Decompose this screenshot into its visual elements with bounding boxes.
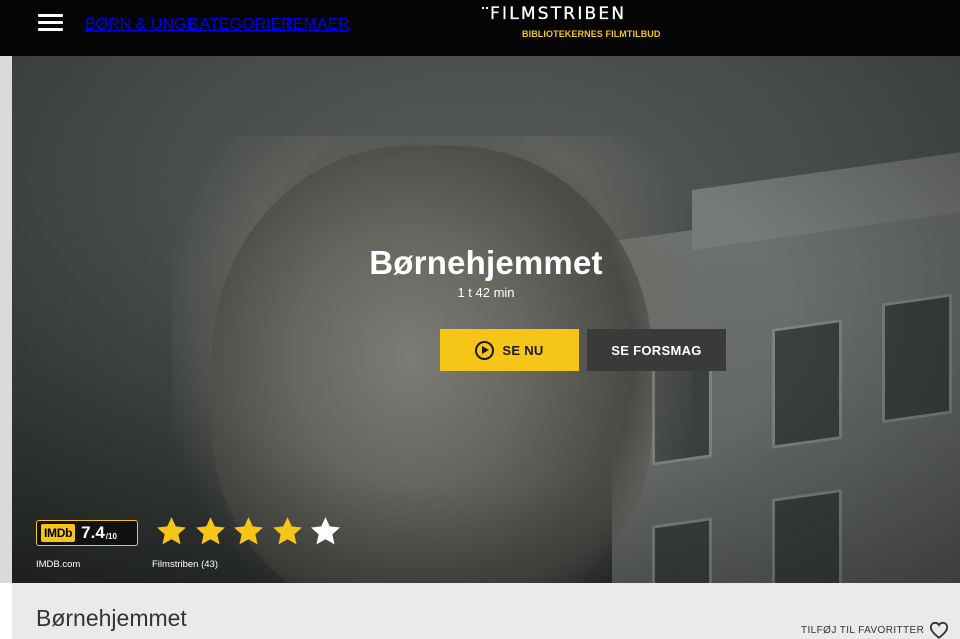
nav-item-kategorier[interactable]: KATEGORIER xyxy=(189,16,293,34)
star-filled-icon xyxy=(234,517,263,545)
imdb-logo: IMDb xyxy=(41,524,76,542)
hero-background-image xyxy=(12,56,960,583)
watch-now-button[interactable]: SE NU xyxy=(440,329,579,371)
star-filled-icon xyxy=(195,517,225,545)
page-left-edge xyxy=(0,56,12,583)
nav-item-temaer[interactable]: TEMAER xyxy=(283,16,350,34)
filmstriben-logo[interactable]: FILMSTRIBEN BIBLIOTEKERNES FILMTILBUD xyxy=(480,4,690,44)
imdb-source-label: IMDB.com xyxy=(36,559,81,570)
hamburger-menu-icon[interactable] xyxy=(38,13,64,33)
play-circle-icon xyxy=(475,340,495,360)
filmstriben-star-rating xyxy=(155,515,348,548)
watch-trailer-button[interactable]: SE FORSMAG xyxy=(587,329,726,371)
heart-outline-icon[interactable] xyxy=(929,621,949,639)
movie-info-title: Børnehjemmet xyxy=(36,605,187,631)
hero-banner: Børnehjemmet 1 t 42 min SE NU SE FORSMAG… xyxy=(12,56,960,583)
filmstriben-source-label: Filmstriben (43) xyxy=(152,559,218,570)
logo-text: FILMSTRIBEN xyxy=(490,4,627,24)
star-filled-icon xyxy=(157,517,186,545)
add-to-favorites-link[interactable]: TILFØJ TIL FAVORITTER xyxy=(801,625,924,636)
watch-now-label: SE NU xyxy=(502,342,544,358)
imdb-score-max: /10 xyxy=(105,531,117,541)
logo-mark-icon xyxy=(482,7,488,11)
movie-info-section: Børnehjemmet TILFØJ TIL FAVORITTER xyxy=(12,583,960,639)
movie-title: Børnehjemmet xyxy=(369,244,603,281)
watch-trailer-label: SE FORSMAG xyxy=(611,342,702,358)
top-navigation-bar: BØRN & UNGE KATEGORIER TEMAER FILMSTRIBE… xyxy=(0,0,960,56)
star-empty-icon xyxy=(311,517,340,545)
nav-item-born-unge[interactable]: BØRN & UNGE xyxy=(85,16,197,34)
logo-tagline: BIBLIOTEKERNES FILMTILBUD xyxy=(522,29,661,39)
imdb-score: 7.4 xyxy=(81,523,105,542)
movie-duration: 1 t 42 min xyxy=(457,285,515,300)
star-filled-icon xyxy=(272,517,302,545)
imdb-rating-badge: IMDb 7.4 /10 xyxy=(36,520,138,546)
